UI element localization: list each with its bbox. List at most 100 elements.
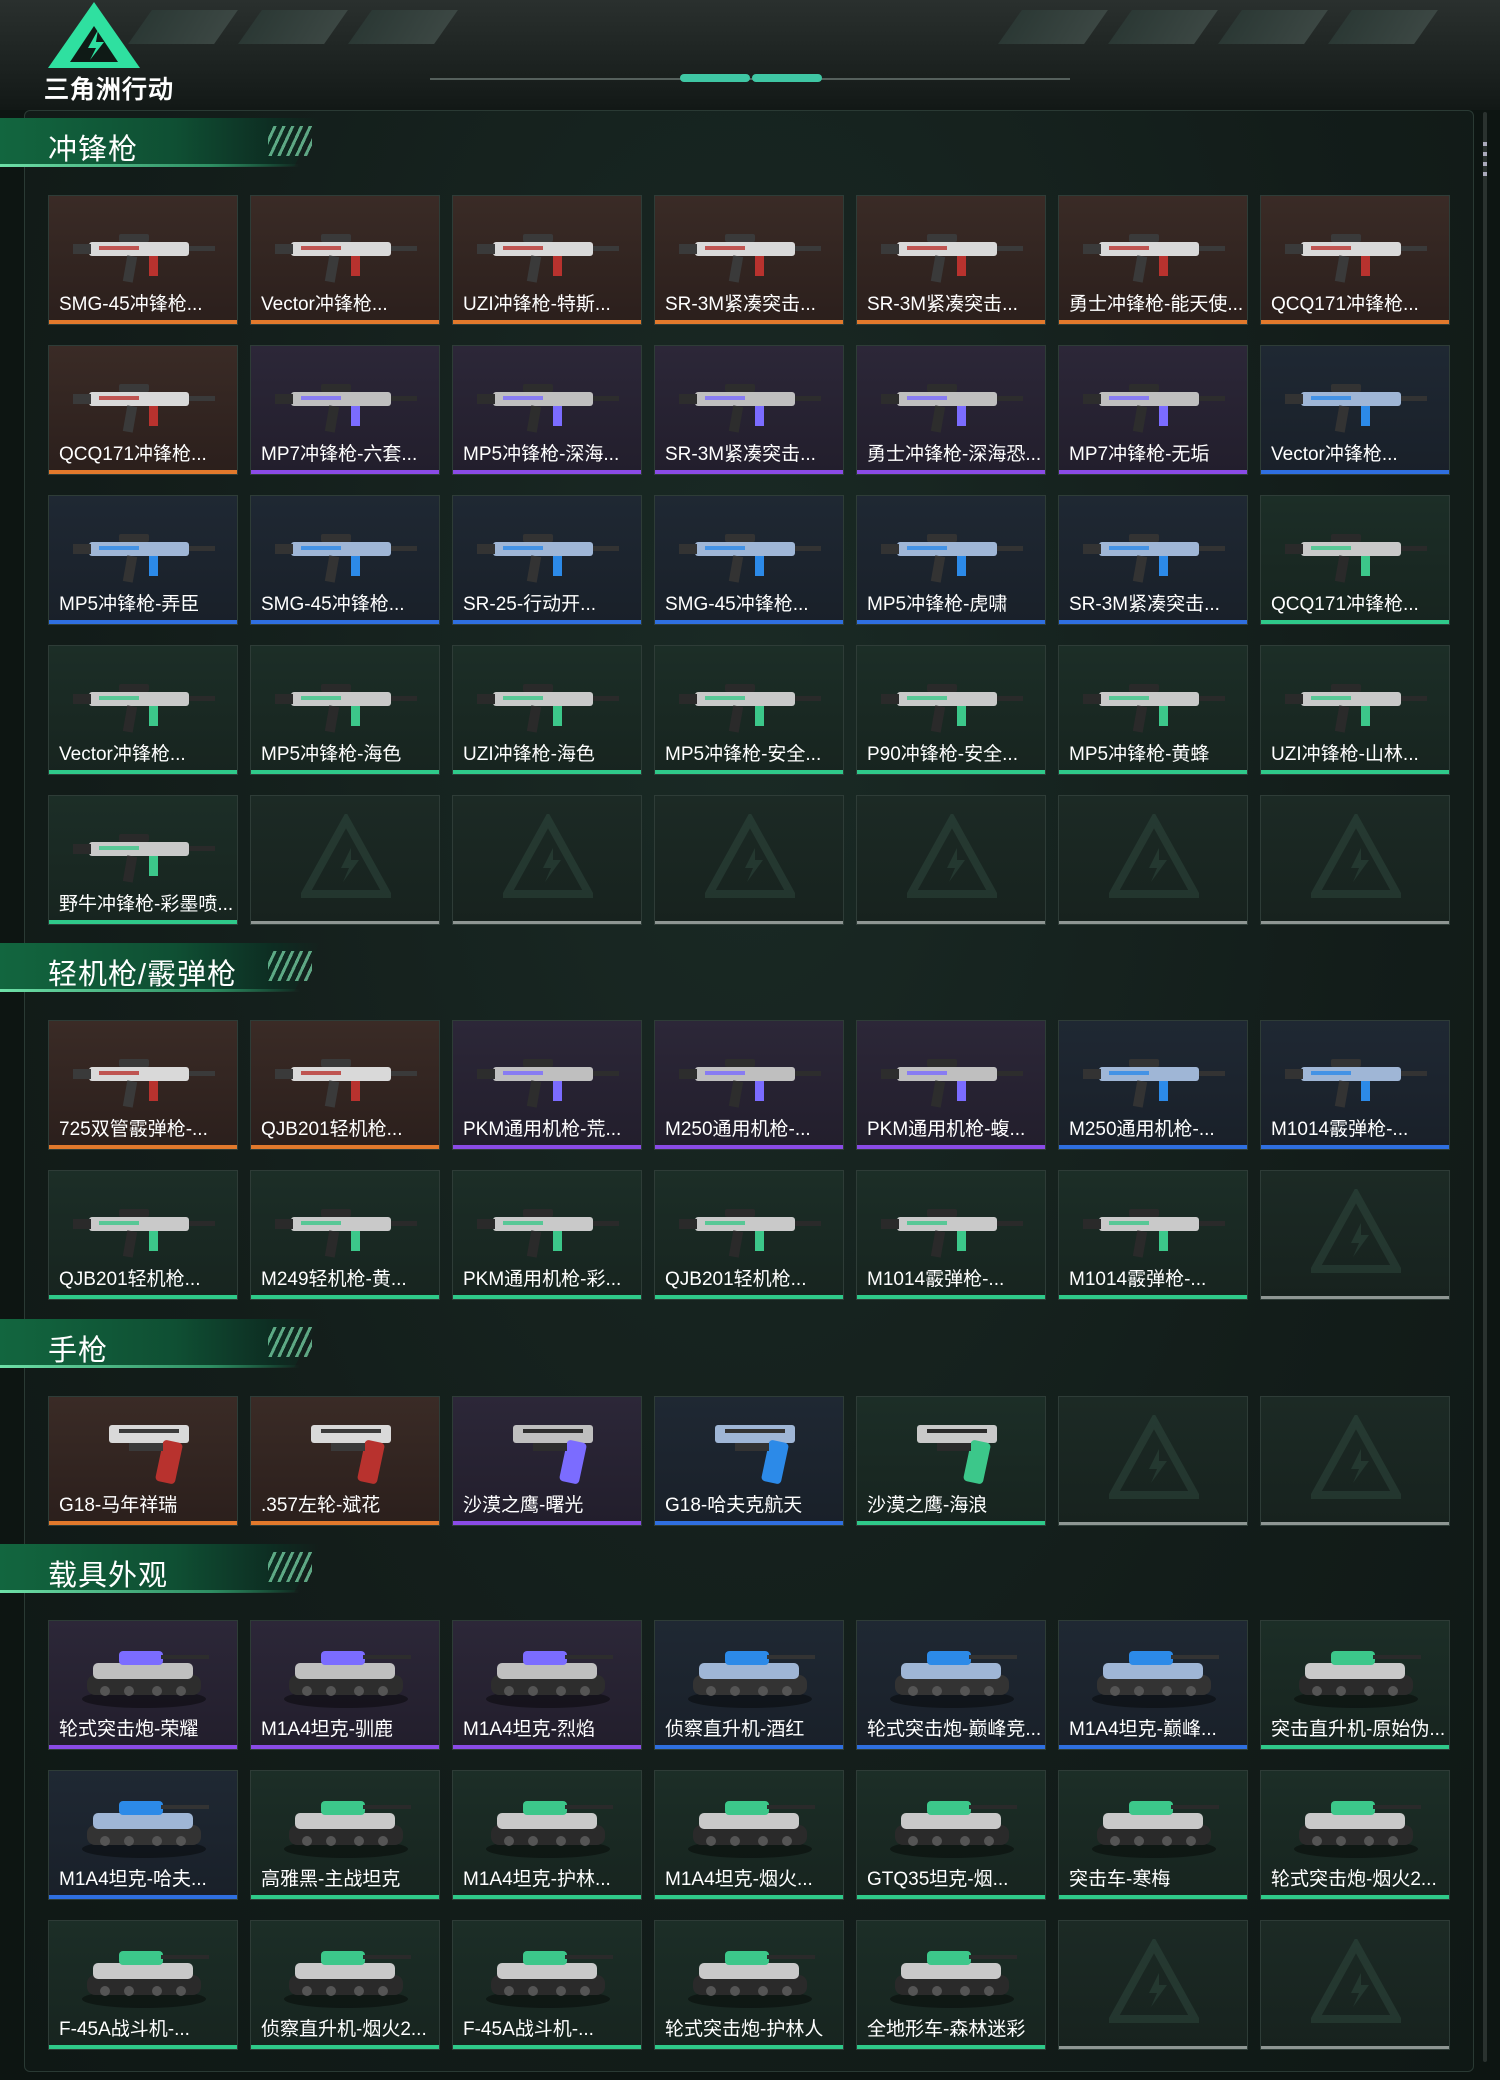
item-card[interactable]: G18-哈夫克航天 [654,1396,844,1526]
item-name: M250通用机枪-... [1069,1119,1215,1140]
rarity-bar [857,1895,1045,1899]
item-card[interactable]: M249轻机枪-黄... [250,1170,440,1300]
item-card[interactable]: QCQ171冲锋枪... [1260,195,1450,325]
item-name: 侦察直升机-烟火2... [261,2019,427,2040]
item-card[interactable]: M1A4坦克-烈焰 [452,1620,642,1750]
item-card[interactable]: M1A4坦克-哈夫... [48,1770,238,1900]
item-card[interactable]: 野牛冲锋枪-彩墨喷... [48,795,238,925]
rarity-bar [49,1895,237,1899]
item-card[interactable]: MP5冲锋枪-深海... [452,345,642,475]
item-card[interactable]: SR-3M紧凑突击... [654,345,844,475]
vehicle-image [1294,1801,1421,1858]
item-card[interactable]: GTQ35坦克-烟... [856,1770,1046,1900]
item-card[interactable]: 沙漠之鹰-曙光 [452,1396,642,1526]
item-card[interactable]: SMG-45冲锋枪... [250,495,440,625]
item-card[interactable]: SR-3M紧凑突击... [856,195,1046,325]
item-card[interactable]: 轮式突击炮-巅峰竞... [856,1620,1046,1750]
item-card[interactable]: 全地形车-森林迷彩 [856,1920,1046,2050]
item-card[interactable]: G18-马年祥瑞 [48,1396,238,1526]
item-name: Vector冲锋枪... [1271,444,1398,465]
gun-image [1083,234,1225,283]
item-card[interactable]: UZI冲锋枪-海色 [452,645,642,775]
delta-placeholder-icon [1311,1189,1401,1273]
item-card[interactable]: 勇士冲锋枪-深海恐... [856,345,1046,475]
item-card[interactable]: SR-25-行动开... [452,495,642,625]
item-card[interactable]: 侦察直升机-烟火2... [250,1920,440,2050]
gun-image [477,684,619,733]
rarity-bar [655,1295,843,1299]
item-card[interactable]: Vector冲锋枪... [250,195,440,325]
item-card[interactable]: 突击车-寒梅 [1058,1770,1248,1900]
item-name: QJB201轻机枪... [59,1269,201,1290]
item-card[interactable]: Vector冲锋枪... [48,645,238,775]
item-card[interactable]: M1014霰弹枪-... [1260,1020,1450,1150]
item-name: PKM通用机枪-蝮... [867,1119,1026,1140]
item-card[interactable]: UZI冲锋枪-山林... [1260,645,1450,775]
item-card[interactable]: Vector冲锋枪... [1260,345,1450,475]
item-card[interactable]: M1A4坦克-巅峰... [1058,1620,1248,1750]
rarity-bar [251,2045,439,2049]
item-card[interactable]: QJB201轻机枪... [48,1170,238,1300]
item-card[interactable]: MP5冲锋枪-安全... [654,645,844,775]
item-card[interactable]: PKM通用机枪-荒... [452,1020,642,1150]
item-card[interactable]: MP5冲锋枪-弄臣 [48,495,238,625]
item-card[interactable]: QJB201轻机枪... [250,1020,440,1150]
item-card[interactable]: 高雅黑-主战坦克 [250,1770,440,1900]
item-card[interactable]: 侦察直升机-酒红 [654,1620,844,1750]
item-card[interactable]: 勇士冲锋枪-能天使... [1058,195,1248,325]
rarity-bar [251,1895,439,1899]
item-card[interactable]: QCQ171冲锋枪... [48,345,238,475]
rarity-bar [857,1521,1045,1525]
item-name: P90冲锋枪-安全... [867,744,1018,765]
section-header-0: 冲锋枪 [0,118,330,170]
gun-image [1285,1059,1427,1108]
rarity-bar [1059,1145,1247,1149]
item-card[interactable]: MP7冲锋枪-六套... [250,345,440,475]
item-card[interactable]: P90冲锋枪-安全... [856,645,1046,775]
vehicle-image [890,1951,1017,2008]
item-card[interactable]: 轮式突击炮-烟火2... [1260,1770,1450,1900]
item-card[interactable]: M1014霰弹枪-... [1058,1170,1248,1300]
item-name: MP7冲锋枪-六套... [261,444,418,465]
item-card[interactable]: 沙漠之鹰-海浪 [856,1396,1046,1526]
rarity-bar [251,620,439,624]
delta-placeholder-icon [1109,1415,1199,1499]
item-card[interactable]: 轮式突击炮-护林人 [654,1920,844,2050]
item-card[interactable]: PKM通用机枪-彩... [452,1170,642,1300]
item-card[interactable]: 725双管霰弹枪-... [48,1020,238,1150]
rarity-bar [49,770,237,774]
item-card[interactable]: SMG-45冲锋枪... [48,195,238,325]
rarity-bar [49,1145,237,1149]
item-card[interactable]: M1014霰弹枪-... [856,1170,1046,1300]
scrollbar[interactable] [1483,112,1487,2062]
item-card[interactable]: MP5冲锋枪-黄蜂 [1058,645,1248,775]
item-card[interactable]: UZI冲锋枪-特斯... [452,195,642,325]
delta-placeholder-icon [503,814,593,898]
item-card[interactable]: QCQ171冲锋枪... [1260,495,1450,625]
item-card[interactable]: M1A4坦克-烟火... [654,1770,844,1900]
item-card[interactable]: 轮式突击炮-荣耀 [48,1620,238,1750]
item-card[interactable]: .357左轮-斌花 [250,1396,440,1526]
rarity-bar [1059,770,1247,774]
rarity-bar [1261,320,1449,324]
item-card[interactable]: SMG-45冲锋枪... [654,495,844,625]
rarity-bar [453,921,641,924]
item-name: M1A4坦克-烈焰 [463,1719,595,1740]
item-card[interactable]: MP7冲锋枪-无垢 [1058,345,1248,475]
item-card[interactable]: MP5冲锋枪-海色 [250,645,440,775]
item-card[interactable]: F-45A战斗机-... [452,1920,642,2050]
item-card[interactable]: MP5冲锋枪-虎啸 [856,495,1046,625]
rarity-bar [655,921,843,924]
item-card[interactable]: M1A4坦克-驯鹿 [250,1620,440,1750]
item-card[interactable]: M250通用机枪-... [654,1020,844,1150]
item-card[interactable]: SR-3M紧凑突击... [1058,495,1248,625]
item-card[interactable]: M1A4坦克-护林... [452,1770,642,1900]
item-card[interactable]: PKM通用机枪-蝮... [856,1020,1046,1150]
item-card[interactable]: SR-3M紧凑突击... [654,195,844,325]
item-card[interactable]: QJB201轻机枪... [654,1170,844,1300]
vehicle-image [486,1651,613,1708]
item-card[interactable]: M250通用机枪-... [1058,1020,1248,1150]
item-card[interactable]: 突击直升机-原始伪... [1260,1620,1450,1750]
item-card[interactable]: F-45A战斗机-... [48,1920,238,2050]
item-name: PKM通用机枪-荒... [463,1119,622,1140]
